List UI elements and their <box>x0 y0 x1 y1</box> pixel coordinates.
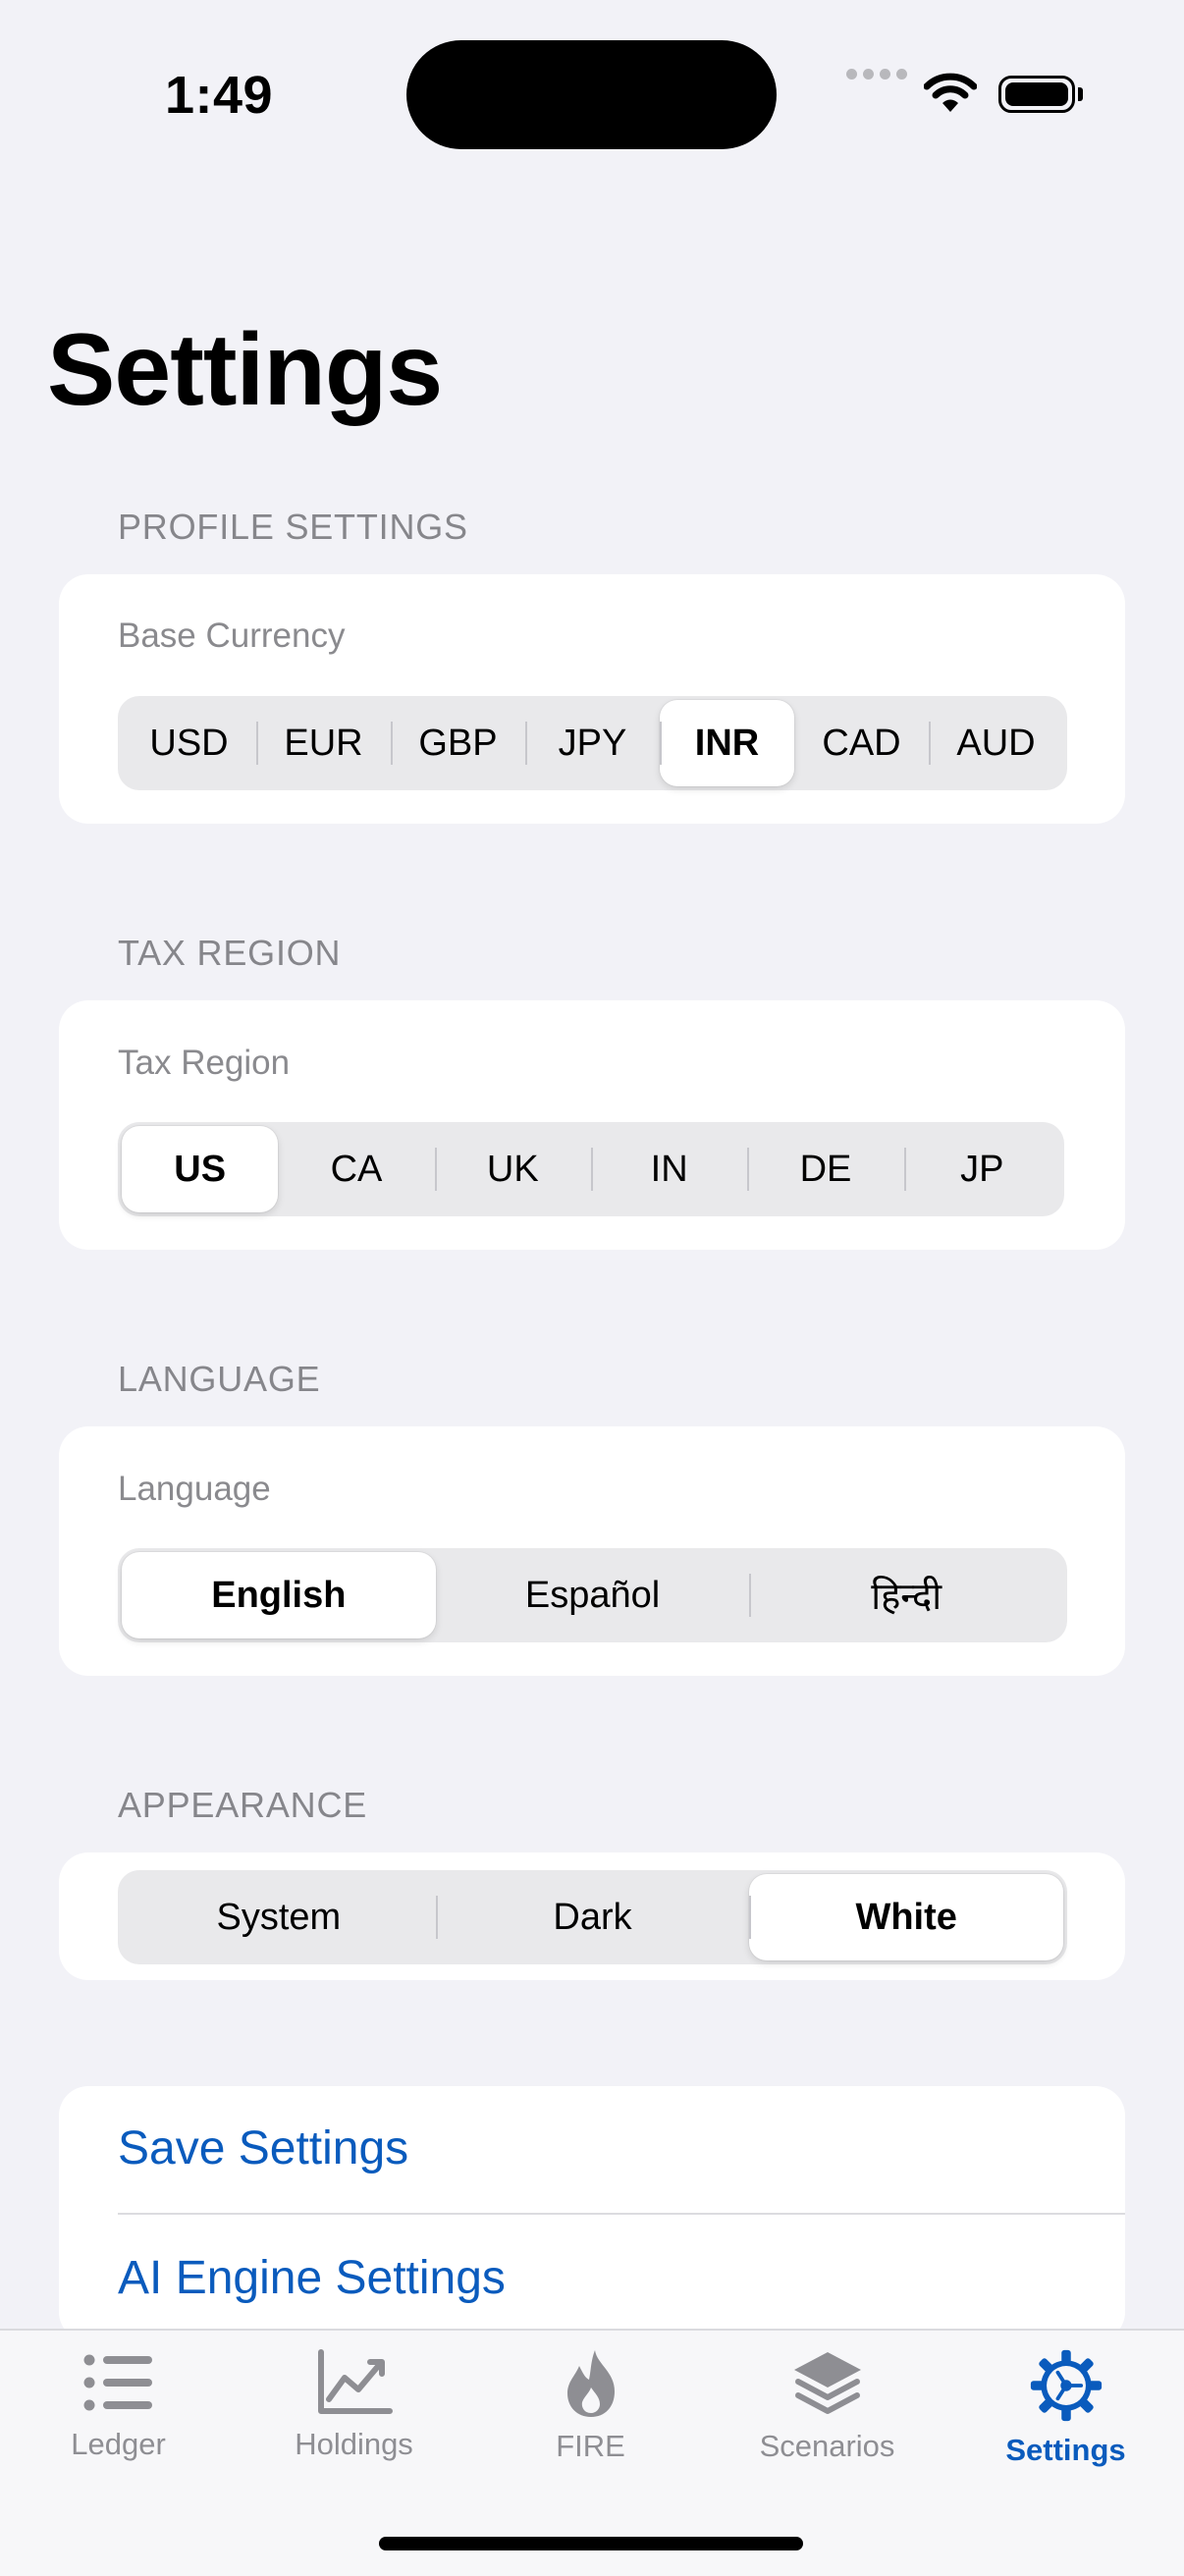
flame-icon <box>566 2350 615 2417</box>
gear-icon <box>1030 2349 1102 2422</box>
save-settings-button[interactable]: Save Settings <box>118 2121 408 2175</box>
tab-scenarios[interactable]: Scenarios <box>709 2331 945 2497</box>
tax-option-de[interactable]: DE <box>747 1126 903 1212</box>
tab-ledger[interactable]: Ledger <box>0 2331 237 2497</box>
currency-option-gbp[interactable]: GBP <box>391 700 525 786</box>
currency-segmented-control: USD EUR GBP JPY INR CAD AUD <box>118 696 1067 790</box>
tax-region-label: Tax Region <box>118 1044 291 1082</box>
tab-label-ledger: Ledger <box>71 2427 166 2461</box>
language-option-espanol[interactable]: Español <box>436 1552 750 1638</box>
tax-option-ca[interactable]: CA <box>278 1126 434 1212</box>
currency-option-usd[interactable]: USD <box>122 700 256 786</box>
language-option-english[interactable]: English <box>122 1552 436 1638</box>
tax-card: Tax Region US CA UK IN DE JP <box>59 1000 1125 1250</box>
tab-label-scenarios: Scenarios <box>759 2429 895 2463</box>
tab-label-settings: Settings <box>1005 2433 1126 2467</box>
battery-icon <box>998 76 1075 113</box>
appearance-segmented-control: System Dark White <box>118 1870 1067 1964</box>
tax-option-uk[interactable]: UK <box>434 1126 591 1212</box>
appearance-option-white[interactable]: White <box>749 1874 1064 1960</box>
base-currency-label: Base Currency <box>118 617 346 655</box>
tax-region-segmented-control: US CA UK IN DE JP <box>118 1122 1064 1216</box>
appearance-option-dark[interactable]: Dark <box>435 1874 750 1960</box>
currency-option-inr[interactable]: INR <box>660 700 794 786</box>
appearance-card: System Dark White <box>59 1852 1125 1980</box>
language-label: Language <box>118 1470 271 1508</box>
appearance-option-system[interactable]: System <box>122 1874 436 1960</box>
wifi-icon <box>924 73 977 112</box>
language-segmented-control: English Español हिन्दी <box>118 1548 1067 1642</box>
section-header-tax: TAX REGION <box>118 933 342 973</box>
language-option-hindi[interactable]: हिन्दी <box>749 1552 1063 1638</box>
tab-holdings[interactable]: Holdings <box>236 2331 472 2497</box>
tax-option-jp[interactable]: JP <box>903 1126 1060 1212</box>
tab-settings[interactable]: Settings <box>947 2331 1184 2497</box>
tab-label-fire: FIRE <box>556 2429 625 2463</box>
layers-icon <box>793 2352 861 2414</box>
currency-option-cad[interactable]: CAD <box>794 700 929 786</box>
chart-line-icon <box>317 2349 393 2414</box>
status-time: 1:49 <box>165 66 274 125</box>
section-header-language: LANGUAGE <box>118 1359 321 1399</box>
currency-option-aud[interactable]: AUD <box>929 700 1063 786</box>
currency-option-eur[interactable]: EUR <box>256 700 391 786</box>
tax-option-in[interactable]: IN <box>590 1126 747 1212</box>
ai-engine-settings-button[interactable]: AI Engine Settings <box>118 2251 506 2305</box>
section-header-appearance: APPEARANCE <box>118 1785 368 1825</box>
section-header-profile: PROFILE SETTINGS <box>118 507 468 547</box>
language-card: Language English Español हिन्दी <box>59 1426 1125 1676</box>
list-icon <box>83 2354 152 2411</box>
dynamic-island <box>406 40 777 149</box>
tab-fire[interactable]: FIRE <box>472 2331 709 2497</box>
currency-option-jpy[interactable]: JPY <box>525 700 660 786</box>
home-indicator <box>379 2537 803 2550</box>
profile-card: Base Currency USD EUR GBP JPY INR CAD AU… <box>59 574 1125 824</box>
tab-label-holdings: Holdings <box>295 2427 413 2461</box>
page-title: Settings <box>47 313 443 427</box>
tax-option-us[interactable]: US <box>122 1126 279 1212</box>
divider <box>118 2213 1125 2215</box>
